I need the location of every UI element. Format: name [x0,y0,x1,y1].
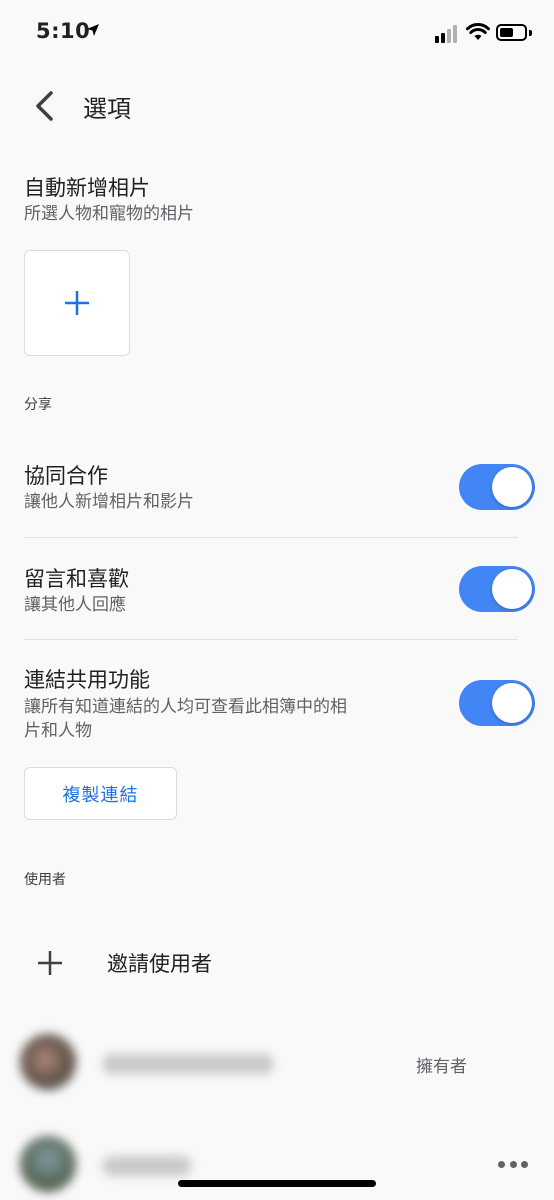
add-people-button[interactable] [24,250,130,356]
link-sharing-subtitle-line2: 片和人物 [24,721,92,741]
user-row-member[interactable] [0,1124,554,1200]
home-indicator [178,1180,376,1187]
users-section-label: 使用者 [24,872,66,888]
more-options-icon[interactable] [498,1159,528,1169]
back-button[interactable] [22,84,66,128]
auto-add-subtitle: 所選人物和寵物的相片 [24,204,194,224]
status-time: 5:10 [36,19,91,43]
collaborate-title: 協同合作 [24,464,108,488]
owner-label: 擁有者 [416,1057,467,1077]
link-sharing-title: 連結共用功能 [24,668,150,692]
sharing-section-label: 分享 [24,397,52,413]
divider [24,537,518,538]
invite-users-row[interactable]: 邀請使用者 [0,930,554,994]
blurred-user-name [102,1156,192,1176]
divider [24,639,518,640]
blurred-user-name [102,1054,274,1074]
collaborate-toggle[interactable] [459,464,535,510]
user-row-owner[interactable]: 擁有者 [0,1022,554,1102]
copy-link-button[interactable]: 複製連結 [24,767,177,820]
comments-likes-subtitle: 讓其他人回應 [24,595,126,615]
wifi-icon [466,22,490,46]
plus-icon [38,951,62,975]
chevron-left-icon [36,91,53,121]
battery-cap [529,30,532,36]
page-title: 選項 [83,95,131,123]
status-bar: 5:10 [0,0,554,66]
collaborate-subtitle: 讓他人新增相片和影片 [24,492,194,512]
battery-icon [496,24,527,41]
avatar [20,1034,76,1090]
comments-likes-toggle[interactable] [459,566,535,612]
link-sharing-subtitle-line1: 讓所有知道連結的人均可查看此相簿中的相 [24,697,347,717]
auto-add-title: 自動新增相片 [24,176,150,200]
cellular-signal-icon [435,25,461,43]
invite-users-label: 邀請使用者 [107,952,212,976]
comments-likes-title: 留言和喜歡 [24,567,129,591]
location-arrow-icon [86,22,100,41]
avatar [20,1136,76,1192]
link-sharing-toggle[interactable] [459,680,535,726]
plus-icon [65,291,89,315]
